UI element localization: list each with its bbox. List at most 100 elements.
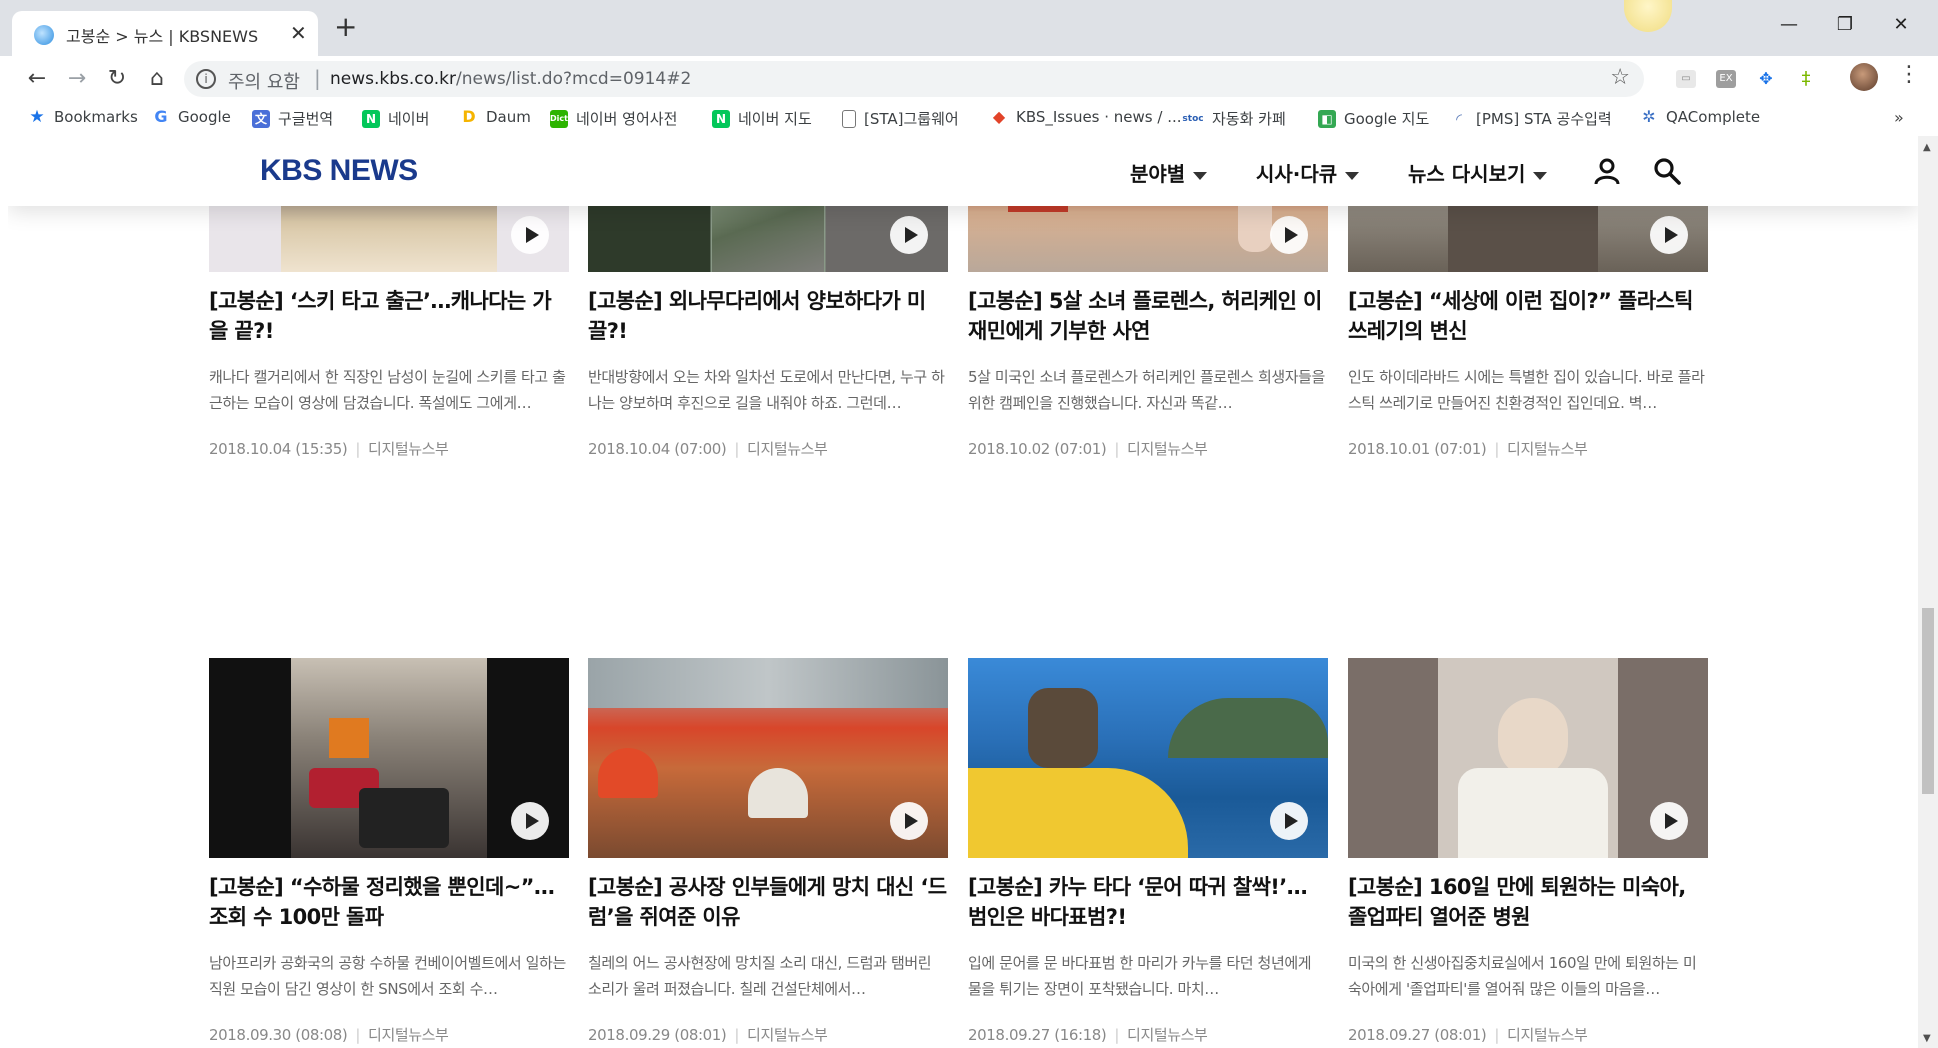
bookmark-item[interactable]: ◜ [PMS] STA 공수입력 (1450, 108, 1612, 129)
card-title[interactable]: [고봉순] 외나무다리에서 양보하다가 미끌?! (588, 286, 948, 346)
profile-avatar[interactable] (1850, 63, 1878, 91)
meta-divider: | (1494, 440, 1500, 458)
extension-arrows-icon[interactable]: ✥ (1756, 70, 1776, 88)
restore-button[interactable]: ❐ (1830, 14, 1860, 35)
nav-news-replay[interactable]: 뉴스 다시보기 (1408, 158, 1548, 187)
bookmarks-overflow-button[interactable]: » (1894, 108, 1904, 127)
thumbnail-image (588, 658, 948, 708)
news-card[interactable]: [고봉순] 카누 타다 ‘문어 따귀 찰싹!’… 범인은 바다표범?! 입에 문… (968, 658, 1328, 1045)
bookmark-item[interactable]: [STA]그룹웨어 (842, 108, 959, 129)
play-icon[interactable] (890, 802, 928, 840)
minimize-button[interactable]: — (1774, 14, 1804, 35)
card-department: 디지털뉴스부 (1507, 1026, 1588, 1044)
qacomplete-icon: ✲ (1642, 107, 1656, 126)
nav-current-affairs[interactable]: 시사·다큐 (1256, 158, 1360, 187)
bookmark-item[interactable]: ★ Bookmarks (28, 108, 138, 126)
card-meta: 2018.10.04 (15:35) | 디지털뉴스부 (209, 438, 569, 459)
star-icon[interactable]: ☆ (1610, 65, 1630, 90)
play-icon[interactable] (1270, 216, 1308, 254)
card-meta: 2018.10.02 (07:01) | 디지털뉴스부 (968, 438, 1328, 459)
naver-icon: N (362, 109, 380, 128)
caret-down-icon (1345, 171, 1360, 180)
theme-sun-decoration (1624, 0, 1672, 32)
card-date: 2018.10.04 (15:35) (209, 440, 348, 458)
bookmark-item[interactable]: Dict 네이버 영어사전 (550, 108, 677, 129)
card-title[interactable]: [고봉순] 카누 타다 ‘문어 따귀 찰싹!’… 범인은 바다표범?! (968, 872, 1328, 932)
card-department: 디지털뉴스부 (368, 440, 449, 458)
search-icon[interactable] (1652, 156, 1682, 186)
page-scrollbar[interactable]: ▲ ▼ (1918, 136, 1938, 1048)
video-thumbnail[interactable] (968, 658, 1328, 858)
video-thumbnail[interactable] (209, 658, 569, 858)
bookmark-label: Daum (486, 108, 531, 126)
bookmark-label: KBS_Issues · news / ... (1016, 108, 1182, 126)
address-bar[interactable]: i 주의 요함 | news.kbs.co.kr/news/list.do?mc… (184, 61, 1644, 97)
google-icon: G (154, 107, 168, 126)
bookmark-item[interactable]: ◧ Google 지도 (1318, 108, 1429, 129)
card-meta: 2018.10.01 (07:01) | 디지털뉴스부 (1348, 438, 1708, 459)
url-path: /news/list.do?mcd=0914#2 (455, 69, 692, 89)
browser-toolbar: ← → ↻ ⌂ i 주의 요함 | news.kbs.co.kr/news/li… (0, 56, 1938, 102)
caret-down-icon (1533, 171, 1548, 180)
bookmark-item[interactable]: N 네이버 지도 (712, 108, 812, 129)
new-tab-button[interactable]: + (334, 13, 357, 41)
play-icon[interactable] (511, 802, 549, 840)
video-thumbnail[interactable] (1348, 658, 1708, 858)
play-icon[interactable] (890, 216, 928, 254)
play-icon[interactable] (511, 216, 549, 254)
play-icon[interactable] (1270, 802, 1308, 840)
info-icon[interactable]: i (196, 69, 216, 89)
nav-category[interactable]: 분야별 (1130, 158, 1208, 187)
thumbnail-image (598, 748, 658, 798)
forward-icon[interactable]: → (62, 64, 92, 94)
bookmark-item[interactable]: D Daum (460, 108, 531, 127)
card-title[interactable]: [고봉순] 160일 만에 퇴원하는 미숙아, 졸업파티 열어준 병원 (1348, 872, 1708, 932)
gitlab-icon: ◆ (992, 107, 1006, 126)
video-thumbnail[interactable] (588, 658, 948, 858)
card-department: 디지털뉴스부 (747, 1026, 828, 1044)
card-title[interactable]: [고봉순] 5살 소녀 플로렌스, 허리케인 이재민에게 기부한 사연 (968, 286, 1328, 346)
meta-divider: | (355, 1026, 361, 1044)
tab-close-icon[interactable]: ✕ (290, 21, 307, 45)
scrollbar-thumb[interactable] (1922, 608, 1934, 794)
browser-tab[interactable]: 고봉순 > 뉴스 | KBSNEWS ✕ (12, 11, 318, 56)
meta-divider: | (734, 440, 740, 458)
home-icon[interactable]: ⌂ (142, 64, 172, 94)
card-title[interactable]: [고봉순] “세상에 이런 집이?” 플라스틱 쓰레기의 변신 (1348, 286, 1708, 346)
card-title[interactable]: [고봉순] 공사장 인부들에게 망치 대신 ‘드럼’을 쥐여준 이유 (588, 872, 948, 932)
scroll-down-icon[interactable]: ▼ (1923, 1033, 1931, 1044)
stoc-icon: stoc (1182, 113, 1204, 124)
news-card[interactable]: [고봉순] 공사장 인부들에게 망치 대신 ‘드럼’을 쥐여준 이유 칠레의 어… (588, 658, 948, 1045)
close-window-button[interactable]: ✕ (1886, 14, 1916, 35)
card-date: 2018.09.27 (16:18) (968, 1026, 1107, 1044)
news-card[interactable]: [고봉순] “수하물 정리했을 뿐인데~”… 조회 수 100만 돌파 남아프리… (209, 658, 569, 1045)
scroll-up-icon[interactable]: ▲ (1923, 142, 1931, 153)
bookmark-item[interactable]: stoc 자동화 카페 (1182, 108, 1285, 129)
back-icon[interactable]: ← (22, 64, 52, 94)
bookmark-item[interactable]: 文 구글번역 (252, 108, 333, 129)
extension-ex-icon[interactable]: EX (1716, 70, 1736, 88)
play-icon[interactable] (1650, 216, 1688, 254)
user-icon[interactable] (1592, 156, 1622, 186)
bookmark-item[interactable]: N 네이버 (362, 108, 429, 129)
extension-ladder-icon[interactable]: ‡ (1796, 70, 1816, 88)
bookmark-label: [PMS] STA 공수입력 (1476, 110, 1612, 128)
reload-icon[interactable]: ↻ (102, 64, 132, 94)
card-date: 2018.09.29 (08:01) (588, 1026, 727, 1044)
bookmark-item[interactable]: G Google (152, 107, 230, 127)
news-card[interactable]: [고봉순] 160일 만에 퇴원하는 미숙아, 졸업파티 열어준 병원 미국의 … (1348, 658, 1708, 1045)
play-icon[interactable] (1650, 802, 1688, 840)
extension-icon[interactable]: ▭ (1676, 70, 1696, 88)
security-label[interactable]: 주의 요함 (228, 68, 300, 94)
url-text[interactable]: news.kbs.co.kr/news/list.do?mcd=0914#2 (330, 69, 691, 89)
card-title[interactable]: [고봉순] “수하물 정리했을 뿐인데~”… 조회 수 100만 돌파 (209, 872, 569, 932)
thumbnail-image (329, 718, 369, 758)
card-title[interactable]: [고봉순] ‘스키 타고 출근’…캐나다는 가을 끝?! (209, 286, 569, 346)
bookmark-item[interactable]: ✲ QAComplete (1640, 107, 1760, 127)
bookmark-item[interactable]: ◆ KBS_Issues · news / ... (990, 107, 1182, 127)
bookmark-label: Bookmarks (54, 108, 138, 126)
kbs-news-logo[interactable]: KBS NEWS (260, 154, 418, 188)
card-department: 디지털뉴스부 (368, 1026, 449, 1044)
thumbnail-image (1168, 698, 1328, 758)
menu-icon[interactable]: ⋮ (1898, 62, 1920, 87)
